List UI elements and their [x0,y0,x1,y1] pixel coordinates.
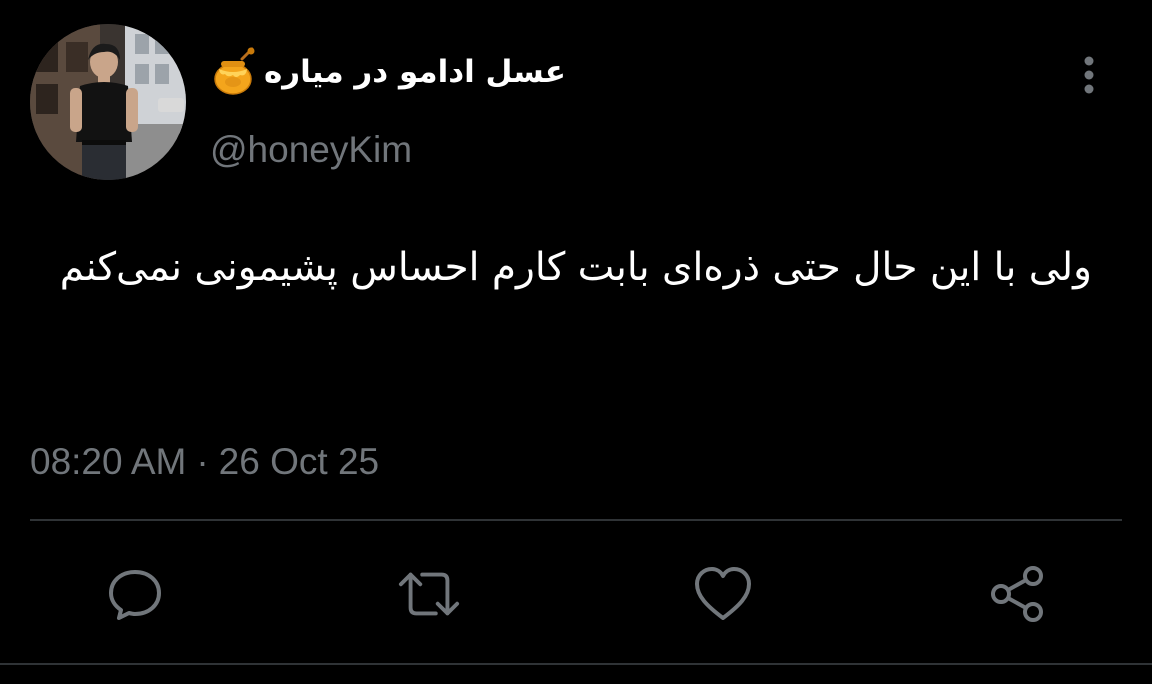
avatar-image [30,24,186,180]
avatar[interactable] [30,24,186,180]
reply-icon [109,570,161,620]
retweet-button[interactable] [397,562,461,626]
tweet-header: عسل ادامو در میاره @honeyKim [210,44,1030,170]
tweet-time: 08:20 AM [30,441,187,482]
share-icon [991,566,1043,622]
divider [0,663,1152,665]
tweet-timestamp[interactable]: 08:20 AM · 26 Oct 25 [30,440,379,484]
more-button[interactable] [1074,52,1104,98]
tweet-text: ولی با این حال حتی ذره‌ای بابت کارم احسا… [59,245,1092,290]
heart-icon [695,567,751,620]
tweet-date: 26 Oct 25 [218,441,380,482]
user-handle[interactable]: @honeyKim [210,130,1030,170]
more-vertical-icon [1084,56,1094,94]
share-button[interactable] [985,562,1049,626]
divider [30,519,1122,521]
honey-pot-icon [210,47,256,97]
tweet-detail: عسل ادامو در میاره @honeyKim ولی با این … [0,0,1152,684]
reply-button[interactable] [103,562,167,626]
display-name[interactable]: عسل ادامو در میاره [264,54,566,90]
meta-separator: · [196,441,209,482]
retweet-icon [398,572,460,616]
name-row: عسل ادامو در میاره [210,44,1030,100]
like-button[interactable] [691,562,755,626]
